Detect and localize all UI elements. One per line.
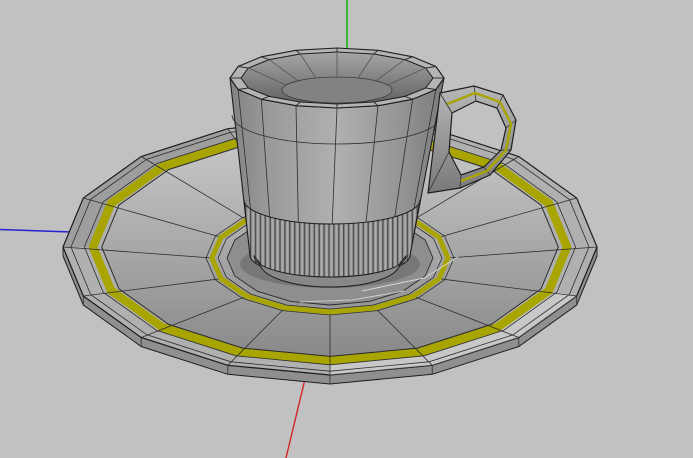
3d-viewport[interactable] bbox=[0, 0, 693, 458]
cup-interior-floor bbox=[282, 77, 392, 103]
viewport-canvas[interactable] bbox=[0, 0, 693, 458]
cup-rim bbox=[230, 48, 444, 108]
